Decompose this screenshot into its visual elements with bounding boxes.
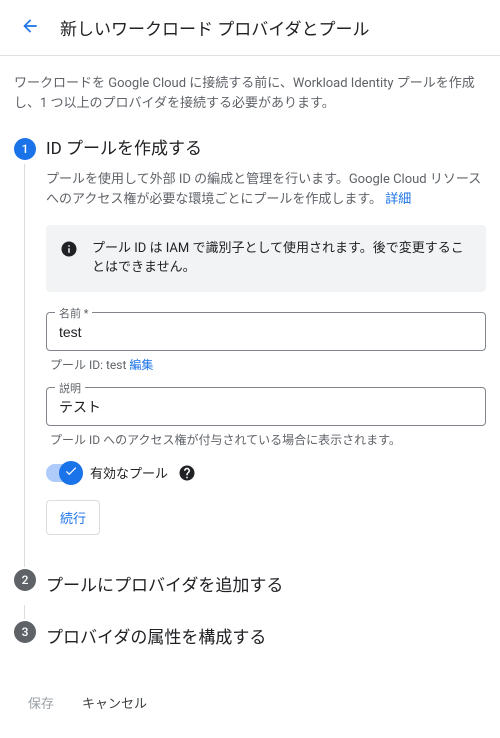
step-3[interactable]: 3 プロバイダの属性を構成する — [14, 619, 486, 657]
description-input[interactable] — [46, 387, 486, 426]
step-1-title: ID プールを作成する — [46, 136, 486, 162]
name-field-wrapper: 名前 * — [46, 312, 486, 351]
info-box: プール ID は IAM で識別子として使用されます。後で変更することはできませ… — [46, 225, 486, 292]
step-connector — [24, 553, 25, 567]
step-2-title: プールにプロバイダを追加する — [46, 573, 486, 599]
step-number-3: 3 — [14, 621, 36, 643]
step-3-title: プロバイダの属性を構成する — [46, 625, 486, 651]
help-icon[interactable] — [178, 464, 196, 482]
toggle-label: 有効なプール — [90, 463, 168, 482]
check-icon — [64, 464, 78, 482]
pool-id-helper: プール ID: test 編集 — [50, 357, 486, 374]
page-header: 新しいワークロード プロバイダとプール — [0, 0, 500, 56]
name-input[interactable] — [46, 312, 486, 351]
arrow-left-icon — [20, 16, 40, 39]
save-button[interactable]: 保存 — [28, 687, 54, 718]
details-link[interactable]: 詳細 — [385, 192, 411, 207]
page-title: 新しいワークロード プロバイダとプール — [60, 15, 370, 40]
description-field-wrapper: 説明 — [46, 387, 486, 426]
back-button[interactable] — [14, 10, 46, 45]
step-number-2: 2 — [14, 569, 36, 591]
intro-text: ワークロードを Google Cloud に接続する前に、Workload Id… — [14, 74, 486, 114]
enabled-pool-toggle[interactable] — [46, 464, 80, 482]
info-icon — [60, 240, 78, 262]
edit-pool-id-link[interactable]: 編集 — [129, 358, 153, 372]
footer: 保存 キャンセル — [0, 657, 500, 738]
continue-button[interactable]: 続行 — [46, 500, 100, 535]
step-2[interactable]: 2 プールにプロバイダを追加する — [14, 567, 486, 605]
description-label: 説明 — [55, 380, 85, 396]
name-label: 名前 * — [55, 305, 92, 321]
step-1-description: プールを使用して外部 ID の編成と管理を行います。Google Cloud リ… — [46, 170, 486, 210]
step-number-1: 1 — [14, 138, 36, 160]
description-helper: プール ID へのアクセス権が付与されている場合に表示されます。 — [50, 432, 486, 449]
step-connector — [24, 605, 25, 619]
info-text: プール ID は IAM で識別子として使用されます。後で変更することはできませ… — [92, 239, 472, 278]
step-1: 1 ID プールを作成する プールを使用して外部 ID の編成と管理を行います。… — [14, 136, 486, 553]
cancel-button[interactable]: キャンセル — [82, 687, 147, 718]
